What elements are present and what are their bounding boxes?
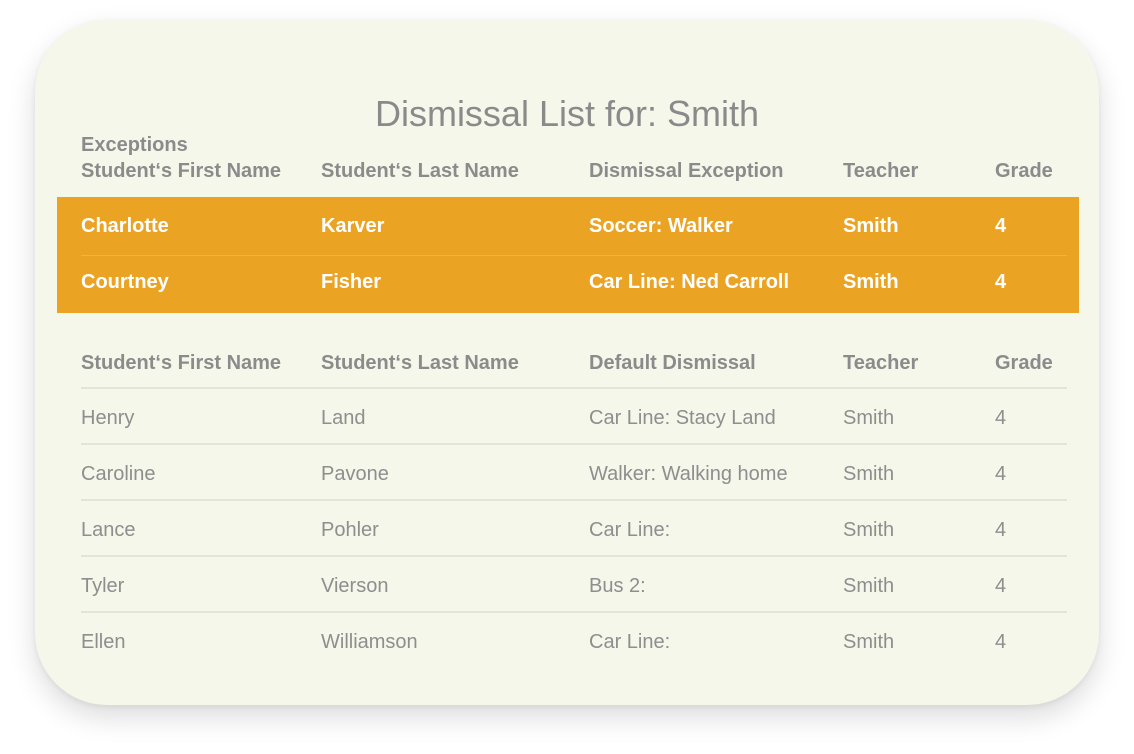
header-first-name: Student‘s First Name (81, 352, 282, 374)
header-teacher: Teacher (843, 352, 919, 374)
header-default-dismissal: Default Dismissal (589, 352, 756, 374)
cell-teacher: Smith (843, 463, 895, 485)
cell-default-dismissal: Bus 2: (589, 575, 646, 597)
cell-last-name: Pavone (321, 463, 389, 485)
cell-grade: 4 (995, 271, 1007, 293)
cell-grade: 4 (995, 463, 1007, 485)
header-grade: Grade (995, 160, 1053, 182)
cell-last-name: Pohler (321, 519, 379, 541)
cell-first-name: Henry (81, 407, 135, 429)
exceptions-table-header: Student‘s First Name Student‘s Last Name… (35, 156, 1099, 186)
cell-last-name: Williamson (321, 631, 418, 653)
cell-default-dismissal: Car Line: (589, 519, 671, 541)
dismissal-list-card: Dismissal List for: Smith Exceptions Stu… (35, 20, 1099, 705)
table-row[interactable]: Ellen Williamson Car Line: Smith 4 (35, 614, 1099, 670)
cell-teacher: Smith (843, 575, 895, 597)
exceptions-section-label: Exceptions (81, 134, 188, 156)
cell-teacher: Smith (843, 631, 895, 653)
cell-first-name: Caroline (81, 463, 156, 485)
exception-row[interactable]: Charlotte Karver Soccer: Walker Smith 4 (35, 198, 1099, 254)
cell-first-name: Ellen (81, 631, 126, 653)
table-row[interactable]: Lance Pohler Car Line: Smith 4 (35, 502, 1099, 558)
cell-teacher: Smith (843, 271, 899, 293)
header-dismissal-exception: Dismissal Exception (589, 160, 784, 182)
cell-first-name: Charlotte (81, 215, 169, 237)
row-divider (81, 499, 1067, 501)
cell-grade: 4 (995, 407, 1007, 429)
cell-first-name: Tyler (81, 575, 125, 597)
header-first-name: Student‘s First Name (81, 160, 282, 182)
row-divider (81, 387, 1067, 389)
cell-last-name: Karver (321, 215, 385, 237)
exception-row[interactable]: Courtney Fisher Car Line: Ned Carroll Sm… (35, 254, 1099, 310)
table-row[interactable]: Henry Land Car Line: Stacy Land Smith 4 (35, 390, 1099, 446)
page-title: Dismissal List for: Smith (374, 93, 760, 134)
cell-dismissal-exception: Soccer: Walker (589, 215, 733, 237)
cell-default-dismissal: Car Line: Stacy Land (589, 407, 776, 429)
cell-first-name: Courtney (81, 271, 169, 293)
header-last-name: Student‘s Last Name (321, 352, 519, 374)
header-grade: Grade (995, 352, 1053, 374)
cell-last-name: Fisher (321, 271, 382, 293)
cell-last-name: Land (321, 407, 366, 429)
cell-dismissal-exception: Car Line: Ned Carroll (589, 271, 790, 293)
table-row[interactable]: Caroline Pavone Walker: Walking home Smi… (35, 446, 1099, 502)
cell-teacher: Smith (843, 407, 895, 429)
cell-grade: 4 (995, 575, 1007, 597)
header-teacher: Teacher (843, 160, 919, 182)
header-last-name: Student‘s Last Name (321, 160, 519, 182)
row-divider (81, 443, 1067, 445)
cell-grade: 4 (995, 631, 1007, 653)
default-table-header: Student‘s First Name Student‘s Last Name… (35, 348, 1099, 378)
exceptions-highlight-band: Charlotte Karver Soccer: Walker Smith 4 … (57, 197, 1079, 313)
cell-grade: 4 (995, 215, 1007, 237)
cell-first-name: Lance (81, 519, 136, 541)
cell-teacher: Smith (843, 215, 899, 237)
cell-default-dismissal: Car Line: (589, 631, 671, 653)
cell-default-dismissal: Walker: Walking home (589, 463, 788, 485)
cell-last-name: Vierson (321, 575, 389, 597)
row-divider (81, 611, 1067, 613)
row-divider (81, 555, 1067, 557)
cell-grade: 4 (995, 519, 1007, 541)
cell-teacher: Smith (843, 519, 895, 541)
table-row[interactable]: Tyler Vierson Bus 2: Smith 4 (35, 558, 1099, 614)
